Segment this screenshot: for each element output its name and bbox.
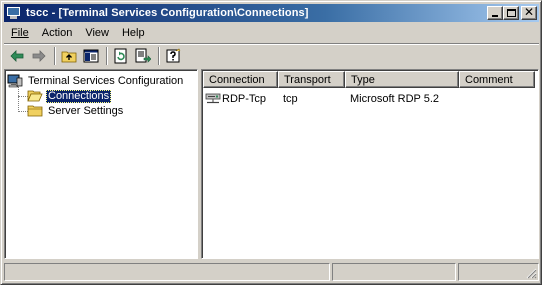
folder-icon bbox=[27, 105, 43, 117]
status-panel-secondary bbox=[332, 263, 456, 281]
column-header-type[interactable]: Type bbox=[345, 71, 459, 88]
toolbar-separator bbox=[158, 47, 160, 65]
console-tree-pane[interactable]: Terminal Services Configuration Connecti… bbox=[4, 69, 198, 259]
back-button[interactable] bbox=[7, 46, 28, 66]
tree-item-server-settings[interactable]: Server Settings bbox=[27, 103, 125, 119]
help-button[interactable] bbox=[163, 46, 184, 66]
show-hide-console-tree-button[interactable] bbox=[81, 46, 102, 66]
back-arrow-icon bbox=[10, 50, 24, 62]
toolbar-separator bbox=[106, 47, 108, 65]
tree-item-root-label: Terminal Services Configuration bbox=[28, 74, 184, 87]
minimize-icon bbox=[492, 15, 498, 17]
maximize-icon bbox=[507, 9, 516, 17]
forward-button[interactable] bbox=[29, 46, 50, 66]
status-panel-main bbox=[4, 263, 330, 281]
tree-item-connections-label: Connections bbox=[46, 89, 112, 103]
menu-help[interactable]: Help bbox=[115, 25, 151, 42]
mmc-window: tscc - [Terminal Services Configuration\… bbox=[0, 0, 542, 285]
forward-arrow-icon bbox=[32, 50, 46, 62]
tree-item-server-settings-label: Server Settings bbox=[48, 104, 124, 117]
column-header-connection[interactable]: Connection bbox=[203, 71, 278, 88]
details-list-pane[interactable]: Connection Transport Type Comment RDP-Tc… bbox=[201, 69, 539, 259]
refresh-icon bbox=[114, 48, 127, 64]
connection-name: RDP-Tcp bbox=[222, 93, 267, 105]
refresh-button[interactable] bbox=[111, 46, 132, 66]
list-cell-connection: RDP-Tcp bbox=[203, 92, 278, 106]
terminal-services-icon bbox=[7, 74, 23, 88]
list-header: Connection Transport Type Comment bbox=[203, 71, 535, 89]
status-bar bbox=[4, 263, 539, 281]
title-bar[interactable]: tscc - [Terminal Services Configuration\… bbox=[4, 4, 539, 22]
tscc-app-icon[interactable] bbox=[6, 6, 22, 20]
up-one-level-button[interactable] bbox=[59, 46, 80, 66]
tree-item-connections[interactable]: Connections bbox=[27, 88, 112, 104]
close-button[interactable]: ✕ bbox=[521, 5, 537, 20]
connection-icon bbox=[205, 93, 221, 104]
export-list-icon bbox=[135, 48, 151, 63]
list-cell-transport: tcp bbox=[283, 93, 298, 105]
menu-file[interactable]: File bbox=[4, 25, 35, 42]
tree-item-root[interactable]: Terminal Services Configuration bbox=[7, 73, 185, 89]
column-header-comment[interactable]: Comment bbox=[459, 71, 535, 88]
up-folder-icon bbox=[61, 51, 77, 63]
window-title: tscc - [Terminal Services Configuration\… bbox=[26, 7, 309, 19]
menu-view[interactable]: View bbox=[78, 25, 115, 42]
export-list-button[interactable] bbox=[133, 46, 154, 66]
toolbar bbox=[4, 45, 539, 67]
maximize-button[interactable] bbox=[503, 6, 519, 20]
tree-connector bbox=[18, 87, 19, 112]
close-icon: ✕ bbox=[523, 5, 535, 19]
toolbar-separator bbox=[54, 47, 56, 65]
help-icon bbox=[166, 48, 181, 63]
show-hide-tree-icon bbox=[83, 49, 99, 63]
minimize-button[interactable] bbox=[487, 6, 503, 20]
list-item[interactable]: RDP-Tcp tcp Microsoft RDP 5.2 bbox=[203, 91, 535, 107]
resize-grip-icon[interactable] bbox=[525, 267, 537, 279]
list-cell-type: Microsoft RDP 5.2 bbox=[350, 93, 440, 105]
column-header-transport[interactable]: Transport bbox=[278, 71, 345, 88]
menu-bar: File Action View Help bbox=[4, 24, 539, 43]
menu-action[interactable]: Action bbox=[35, 25, 79, 42]
open-folder-icon bbox=[27, 90, 43, 102]
status-panel-tertiary bbox=[458, 263, 539, 281]
